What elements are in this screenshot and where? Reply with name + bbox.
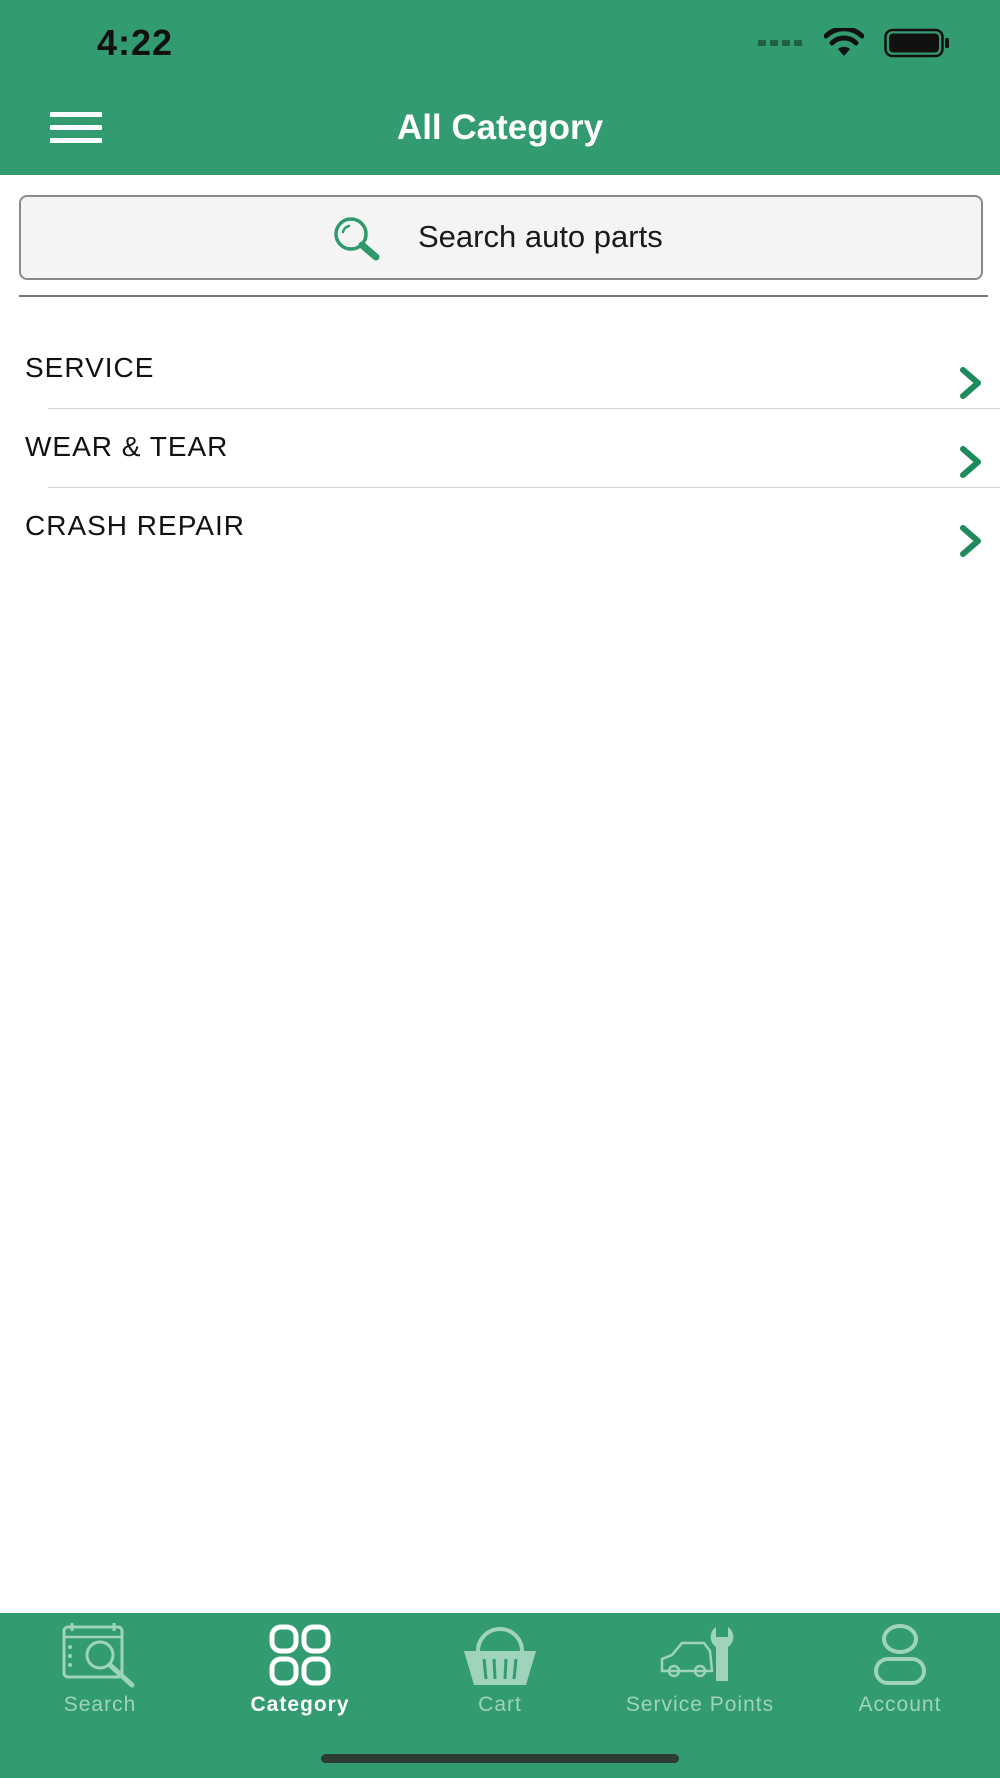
wifi-icon xyxy=(824,28,864,56)
tab-label: Search xyxy=(63,1693,137,1716)
category-item-crash-repair[interactable]: CRASH REPAIR xyxy=(0,488,1000,567)
search-divider xyxy=(19,295,988,297)
tab-cart[interactable]: Cart xyxy=(400,1613,600,1723)
chevron-right-icon xyxy=(960,446,981,478)
home-indicator[interactable] xyxy=(321,1754,679,1763)
tab-category[interactable]: Category xyxy=(200,1613,400,1723)
search-catalog-icon xyxy=(62,1623,135,1688)
chevron-right-icon xyxy=(960,367,981,399)
tab-label: Cart xyxy=(478,1693,522,1716)
status-time: 4:22 xyxy=(97,22,174,63)
category-label: SERVICE xyxy=(25,352,155,383)
tab-account[interactable]: Account xyxy=(800,1613,1000,1723)
battery-icon xyxy=(884,28,949,58)
tab-label: Account xyxy=(858,1693,942,1716)
category-grid-icon xyxy=(269,1624,331,1686)
tab-service-points[interactable]: Service Points xyxy=(600,1613,800,1723)
category-list: SERVICE WEAR & TEAR CRASH REPAIR xyxy=(0,330,1000,567)
app-header: 4:22 All Category xyxy=(0,0,1000,175)
search-auto-parts-input[interactable]: Search auto parts xyxy=(19,195,983,280)
bottom-tab-bar: Search Category Cart Service Points Acco… xyxy=(0,1613,1000,1778)
car-wrench-icon xyxy=(660,1627,734,1681)
category-label: CRASH REPAIR xyxy=(25,510,245,541)
cart-basket-icon xyxy=(464,1627,536,1685)
status-icons xyxy=(758,28,950,58)
search-icon xyxy=(334,217,380,261)
tab-search[interactable]: Search xyxy=(0,1613,200,1723)
tab-label: Service Points xyxy=(625,1693,775,1716)
category-item-service[interactable]: SERVICE xyxy=(0,330,1000,409)
search-placeholder: Search auto parts xyxy=(418,219,663,254)
page-title: All Category xyxy=(396,108,604,147)
tab-label: Category xyxy=(250,1693,350,1716)
category-item-wear-and-tear[interactable]: WEAR & TEAR xyxy=(0,409,1000,488)
account-icon xyxy=(874,1624,926,1685)
chevron-right-icon xyxy=(960,525,981,557)
cellular-signal-icon xyxy=(758,40,802,46)
category-label: WEAR & TEAR xyxy=(25,431,229,462)
